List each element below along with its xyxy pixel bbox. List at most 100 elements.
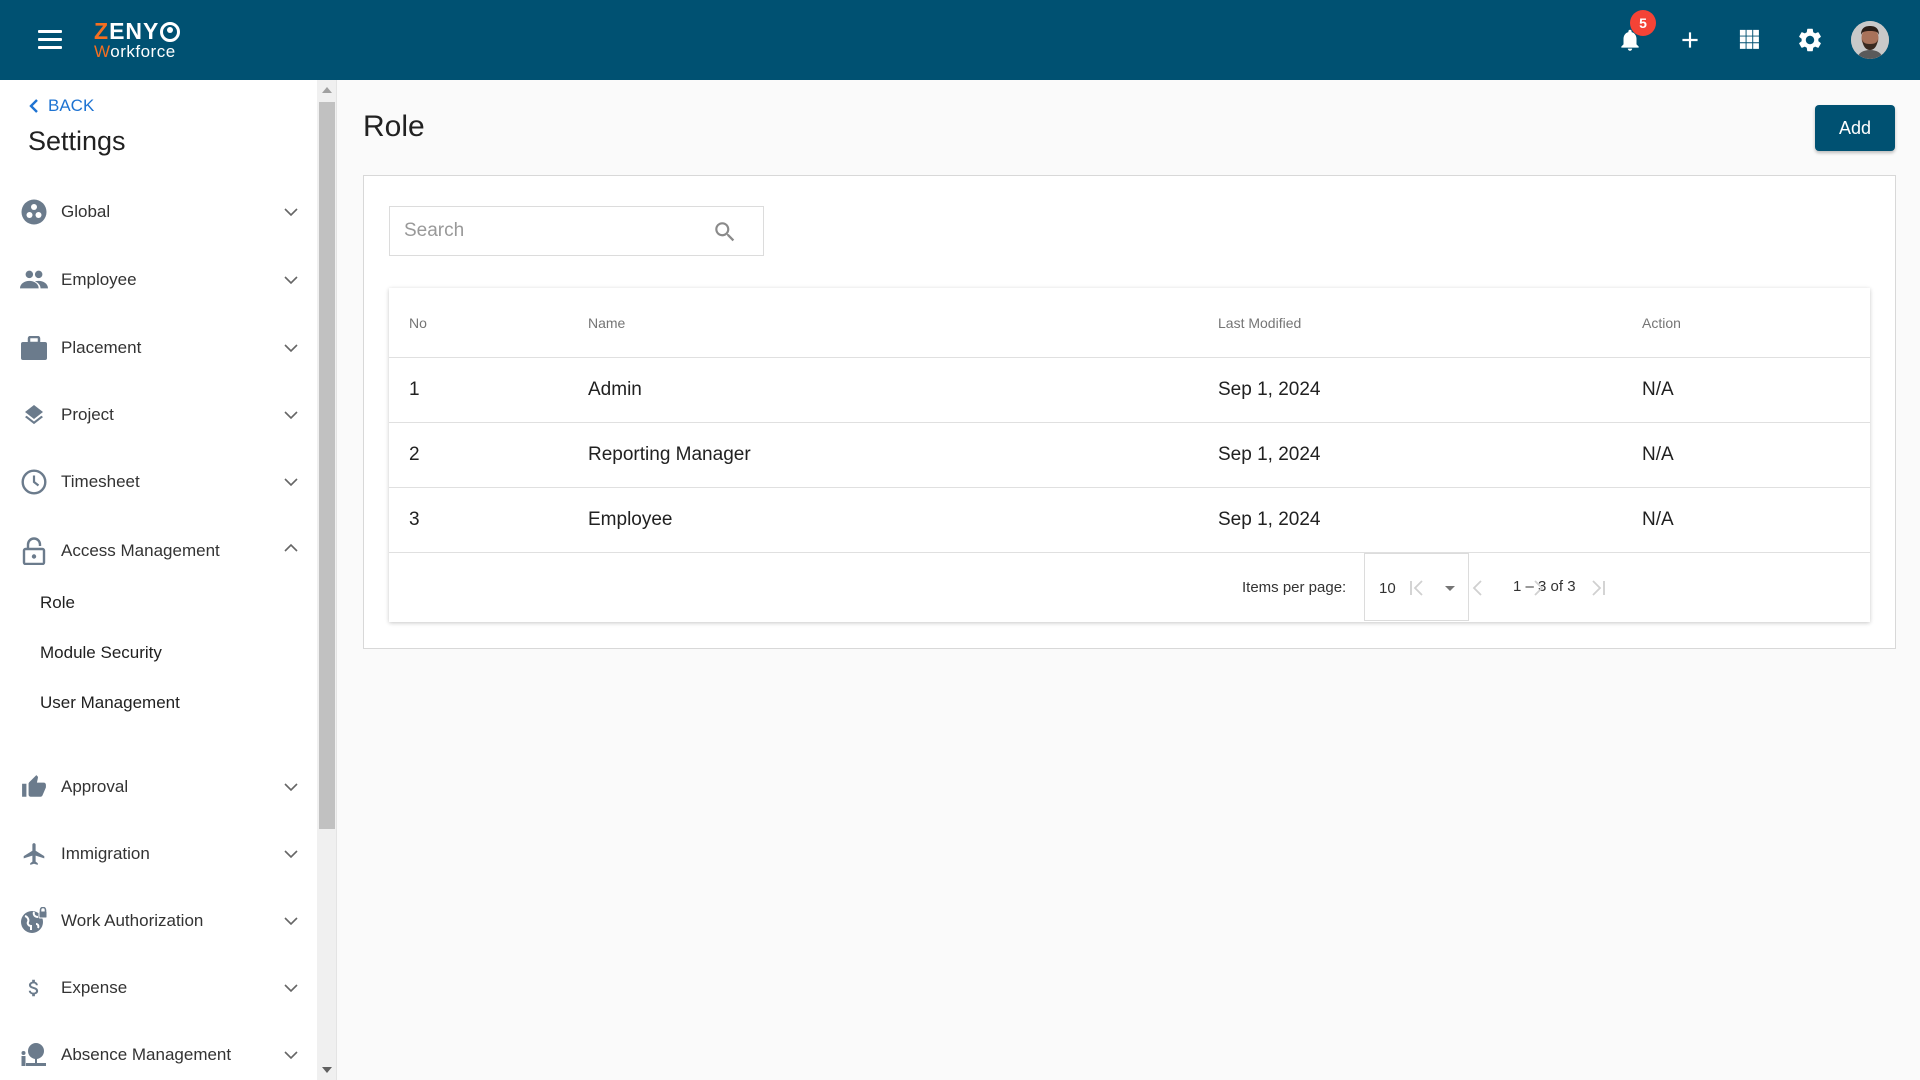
- gear-icon: [1799, 28, 1821, 52]
- sidebar-item-placement[interactable]: Placement: [0, 323, 317, 373]
- dollar-icon: [20, 974, 48, 1002]
- items-per-page-value: 10: [1379, 580, 1396, 597]
- sidebar-item-label: Immigration: [61, 844, 150, 863]
- add-new-button[interactable]: [1674, 24, 1706, 56]
- first-page-button[interactable]: [1402, 573, 1432, 603]
- apps-grid-icon: [1739, 29, 1759, 49]
- sidebar-item-label: Expense: [61, 978, 128, 997]
- sidebar-item-work-authorization[interactable]: Work Authorization: [0, 896, 317, 946]
- add-button[interactable]: Add: [1815, 105, 1895, 151]
- plus-icon: [1682, 32, 1698, 48]
- settings-sidebar: BACK Settings Global Employee Placement …: [0, 80, 317, 1080]
- first-page-icon: [1410, 580, 1423, 596]
- table-row[interactable]: 3 Employee Sep 1, 2024 N/A: [389, 488, 1870, 553]
- column-header-action: Action: [1642, 314, 1681, 331]
- sidebar-item-global[interactable]: Global: [0, 187, 317, 237]
- scrollbar-thumb[interactable]: [319, 102, 335, 829]
- chevron-down-icon: [284, 478, 298, 487]
- last-page-button[interactable]: [1583, 573, 1613, 603]
- paginator: Items per page: 10 1 – 3 of 3: [389, 553, 1870, 622]
- items-per-page-label: Items per page:: [1242, 579, 1347, 596]
- search-input[interactable]: [404, 207, 704, 255]
- back-label: BACK: [48, 96, 95, 115]
- chevron-down-icon: [284, 411, 298, 420]
- absence-icon: [20, 1041, 48, 1069]
- cell-action: N/A: [1642, 444, 1674, 465]
- search-box: [389, 206, 764, 256]
- chevron-down-icon: [284, 1051, 298, 1060]
- sidebar-item-timesheet[interactable]: Timesheet: [0, 457, 317, 507]
- chevron-left-icon: [1472, 580, 1482, 596]
- sidebar-item-approval[interactable]: Approval: [0, 762, 317, 812]
- sidebar-item-access-management[interactable]: Access Management: [0, 526, 317, 576]
- page-title: Role: [363, 110, 425, 143]
- global-icon: [20, 198, 48, 226]
- table-row[interactable]: 1 Admin Sep 1, 2024 N/A: [389, 358, 1870, 423]
- sidebar-item-expense[interactable]: Expense: [0, 963, 317, 1013]
- sidebar-item-label: Employee: [61, 270, 137, 289]
- sidebar-item-immigration[interactable]: Immigration: [0, 829, 317, 879]
- dropdown-arrow-icon: [1445, 586, 1455, 591]
- scroll-up-arrow[interactable]: [322, 87, 332, 93]
- role-card: No Name Last Modified Action 1 Admin Sep…: [363, 175, 1896, 649]
- notifications-button[interactable]: 5: [1614, 10, 1656, 56]
- table-header: No Name Last Modified Action: [389, 288, 1870, 358]
- cell-action: N/A: [1642, 509, 1674, 530]
- logo-subtext: orkforce: [110, 42, 176, 61]
- settings-button[interactable]: [1794, 24, 1826, 56]
- scroll-down-arrow[interactable]: [322, 1067, 332, 1073]
- cell-last-modified: Sep 1, 2024: [1218, 444, 1321, 465]
- menu-icon[interactable]: [38, 30, 62, 50]
- logo[interactable]: Z ENY Workforce: [94, 18, 181, 61]
- logo-person-icon: [160, 21, 181, 42]
- cell-name: Employee: [588, 509, 673, 530]
- column-header-no[interactable]: No: [409, 288, 427, 357]
- column-header-last-modified[interactable]: Last Modified: [1218, 288, 1301, 357]
- back-link[interactable]: BACK: [28, 96, 94, 116]
- sidebar-subitem-role[interactable]: Role: [40, 593, 75, 613]
- user-avatar[interactable]: [1851, 21, 1889, 59]
- sidebar-subitem-module-security[interactable]: Module Security: [40, 643, 162, 663]
- sidebar-item-label: Access Management: [61, 541, 220, 560]
- chevron-down-icon: [284, 850, 298, 859]
- cell-name: Admin: [588, 379, 642, 400]
- sidebar-scrollbar[interactable]: [317, 80, 337, 1080]
- sidebar-item-label: Placement: [61, 338, 142, 357]
- chevron-up-icon: [284, 543, 298, 552]
- sidebar-subitem-user-management[interactable]: User Management: [40, 693, 180, 713]
- sidebar-item-label: Timesheet: [61, 472, 140, 491]
- sidebar-item-project[interactable]: Project: [0, 390, 317, 440]
- thumbs-up-icon: [20, 773, 48, 801]
- chevron-down-icon: [284, 276, 298, 285]
- top-bar: Z ENY Workforce 5: [0, 0, 1920, 80]
- column-header-name[interactable]: Name: [588, 288, 625, 357]
- sidebar-item-label: Global: [61, 202, 111, 221]
- sidebar-item-employee[interactable]: Employee: [0, 255, 317, 305]
- cell-last-modified: Sep 1, 2024: [1218, 379, 1321, 400]
- cell-action: N/A: [1642, 379, 1674, 400]
- search-icon[interactable]: [712, 219, 738, 245]
- chevron-down-icon: [284, 783, 298, 792]
- clock-icon: [20, 468, 48, 496]
- sidebar-item-label: Approval: [61, 777, 129, 796]
- apps-button[interactable]: [1734, 24, 1766, 56]
- people-icon: [20, 266, 48, 294]
- airplane-icon: [20, 840, 48, 868]
- logo-text: ENY: [109, 18, 160, 44]
- chevron-down-icon: [284, 208, 298, 217]
- cell-no: 1: [409, 379, 420, 400]
- cell-last-modified: Sep 1, 2024: [1218, 509, 1321, 530]
- chevron-down-icon: [284, 344, 298, 353]
- previous-page-button[interactable]: [1463, 573, 1493, 603]
- table-row[interactable]: 2 Reporting Manager Sep 1, 2024 N/A: [389, 423, 1870, 488]
- cell-name: Reporting Manager: [588, 444, 751, 465]
- sidebar-title: Settings: [28, 126, 126, 156]
- sidebar-item-label: Work Authorization: [61, 911, 204, 930]
- last-page-icon: [1592, 580, 1605, 596]
- cell-no: 2: [409, 444, 420, 465]
- next-page-button[interactable]: [1523, 573, 1553, 603]
- sidebar-item-label: Absence Management: [61, 1045, 232, 1064]
- sidebar-item-absence-management[interactable]: Absence Management: [0, 1030, 317, 1080]
- chevron-left-icon: [29, 99, 38, 113]
- globe-lock-icon: [20, 907, 48, 935]
